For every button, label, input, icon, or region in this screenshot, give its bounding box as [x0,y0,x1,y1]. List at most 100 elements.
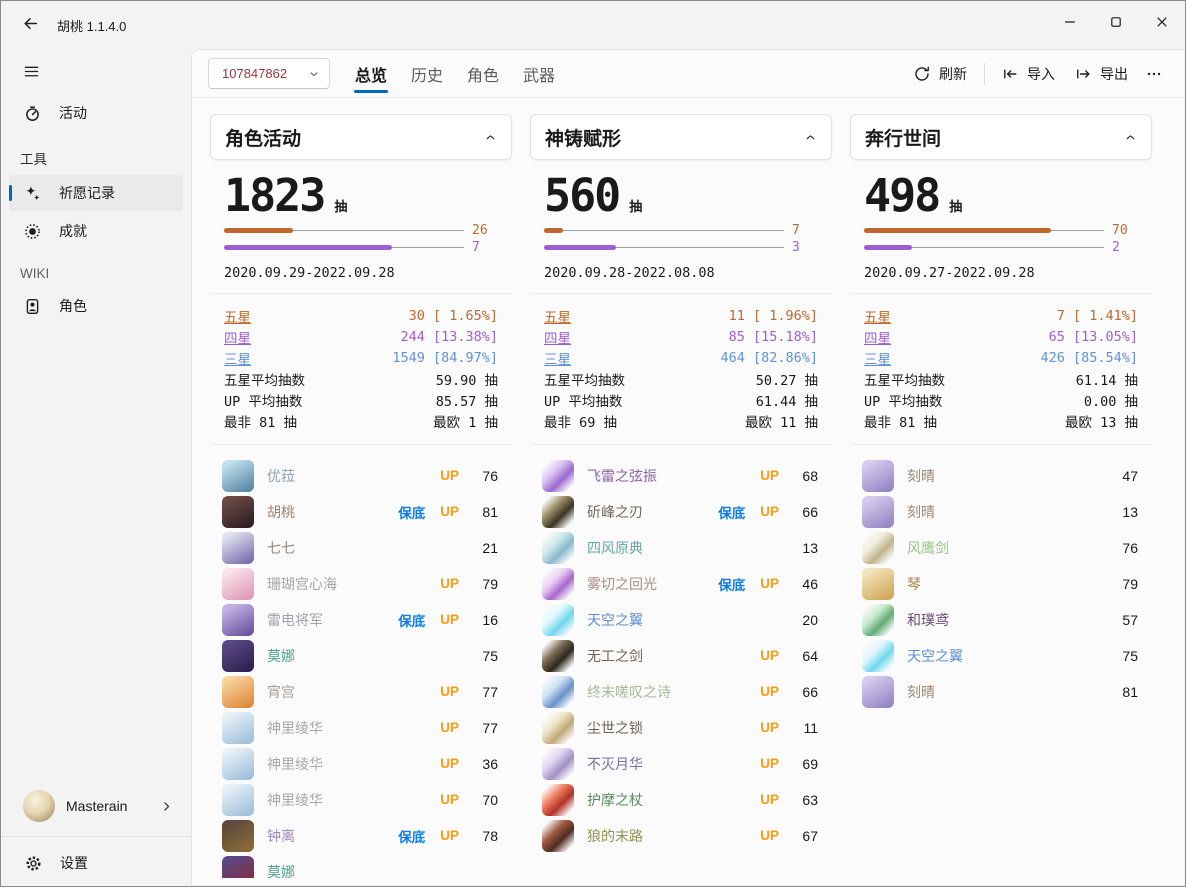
tab-overview[interactable]: 总览 [353,50,389,98]
user-account-row[interactable]: Masterain [5,780,187,832]
pity4-fill [224,245,392,250]
divider [530,293,832,294]
back-button[interactable] [14,10,46,37]
item-badges: UP 69 [760,756,818,772]
list-item: 胡桃 保底 UP 81 [222,494,498,530]
uid-combobox[interactable]: 107847862 [208,58,330,89]
list-item: 狼的末路 UP 67 [542,818,818,854]
item-badges: UP 67 [760,828,818,844]
item-badges: 79 [1114,576,1138,592]
tab-bar: 总览 历史 角色 武器 [353,50,577,98]
import-icon [1002,66,1018,82]
item-avatar [542,784,574,816]
item-badges: UP 68 [760,468,818,484]
sidebar-item-wish-records[interactable]: 祈愿记录 [9,175,183,211]
item-name: 胡桃 [267,502,295,522]
sidebar-item-achievements[interactable]: 成就 [9,213,183,249]
stat-row: 四星244 [13.38%] [224,327,498,348]
person-card-icon [22,298,42,315]
total-pulls-unit: 抽 [334,196,347,215]
star-filter-link[interactable]: 四星 [544,327,571,347]
total-pulls-number: 560 [544,170,619,222]
toolbar-separator [984,63,985,85]
item-avatar [222,532,254,564]
more-options-button[interactable] [1138,59,1170,89]
list-item: 雾切之回光 保底 UP 46 [542,566,818,602]
up-badge: UP [440,612,459,627]
close-button[interactable] [1139,1,1185,43]
date-range: 2020.09.27-2022.09.28 [864,265,1138,281]
tab-history[interactable]: 历史 [409,50,445,98]
export-button[interactable]: 导出 [1065,58,1138,90]
uid-value: 107847862 [222,66,287,81]
star-filter-link[interactable]: 五星 [224,306,251,326]
item-name: 珊瑚宫心海 [267,574,337,594]
compass-icon [22,105,42,122]
import-button[interactable]: 导入 [992,58,1065,90]
banner-header[interactable]: 奔行世间 [850,114,1152,160]
hamburger-menu-button[interactable] [14,55,48,87]
refresh-button[interactable]: 刷新 [904,58,977,90]
tab-character[interactable]: 角色 [465,50,501,98]
banner-column: 角色活动 1823 抽 26 7 2020.09.29-2022.09.28 五… [210,114,512,885]
banner-header[interactable]: 神铸赋形 [530,114,832,160]
star-filter-link[interactable]: 四星 [224,327,251,347]
stat-row: 五星平均抽数59.90 抽 [224,369,498,390]
up-badge: UP [440,468,459,483]
divider [850,444,1152,445]
five-star-list: 刻晴 47 刻晴 13 风鹰剑 76 琴 79 [850,458,1152,710]
stat-label: 最非 81 抽 [864,411,937,431]
item-avatar [222,568,254,600]
minimize-button[interactable] [1047,1,1093,43]
item-name: 七七 [267,538,295,558]
star-filter-link[interactable]: 五星 [864,306,891,326]
star-filter-link[interactable]: 三星 [544,348,571,368]
star-filter-link[interactable]: 五星 [544,306,571,326]
item-name: 琴 [907,574,921,594]
item-badges: UP 11 [760,720,818,736]
item-avatar [222,676,254,708]
item-pull-count: 67 [794,828,818,844]
banner-header[interactable]: 角色活动 [210,114,512,160]
tab-weapon[interactable]: 武器 [521,50,557,98]
up-badge: UP [440,504,459,519]
up-badge: UP [760,792,779,807]
item-badges: UP 36 [440,756,498,772]
refresh-label: 刷新 [939,64,967,84]
star-filter-link[interactable]: 四星 [864,327,891,347]
up-badge: UP [440,576,459,591]
up-badge: UP [440,720,459,735]
sidebar-item-settings[interactable]: 设置 [1,841,191,885]
item-name: 莫娜 [267,862,295,878]
item-pull-count: 81 [474,504,498,520]
up-badge: UP [440,684,459,699]
item-badges: UP 77 [440,684,498,700]
sidebar-item-character-wiki[interactable]: 角色 [9,288,183,324]
divider [850,293,1152,294]
star-filter-link[interactable]: 三星 [224,348,251,368]
item-avatar [542,568,574,600]
item-badges: 保底 UP 46 [718,574,818,594]
item-pull-count: 75 [1114,648,1138,664]
item-pull-count: 21 [474,540,498,556]
stat-value: 464 [82.86%] [720,350,818,366]
item-name: 神里绫华 [267,790,323,810]
list-item: 天空之翼 20 [542,602,818,638]
list-item: 钟离 保底 UP 78 [222,818,498,854]
sidebar-item-activity[interactable]: 活动 [9,95,183,131]
item-pull-count: 69 [794,756,818,772]
total-pulls-unit: 抽 [629,196,642,215]
item-badges: 81 [1114,684,1138,700]
stat-label: UP 平均抽数 [224,390,302,410]
pity5-progress: 7 [544,222,818,239]
item-name: 钟离 [267,826,295,846]
total-pulls-number: 1823 [224,170,324,222]
up-badge: UP [440,828,459,843]
star-filter-link[interactable]: 三星 [864,348,891,368]
sidebar: 活动 工具 祈愿记录 成就 WIKI 角色 Masterain [1,49,191,886]
total-pulls: 560 抽 [544,170,818,222]
list-item: 护摩之杖 UP 63 [542,782,818,818]
banner-title: 角色活动 [225,124,301,151]
maximize-button[interactable] [1093,1,1139,43]
item-pull-count: 13 [1114,504,1138,520]
